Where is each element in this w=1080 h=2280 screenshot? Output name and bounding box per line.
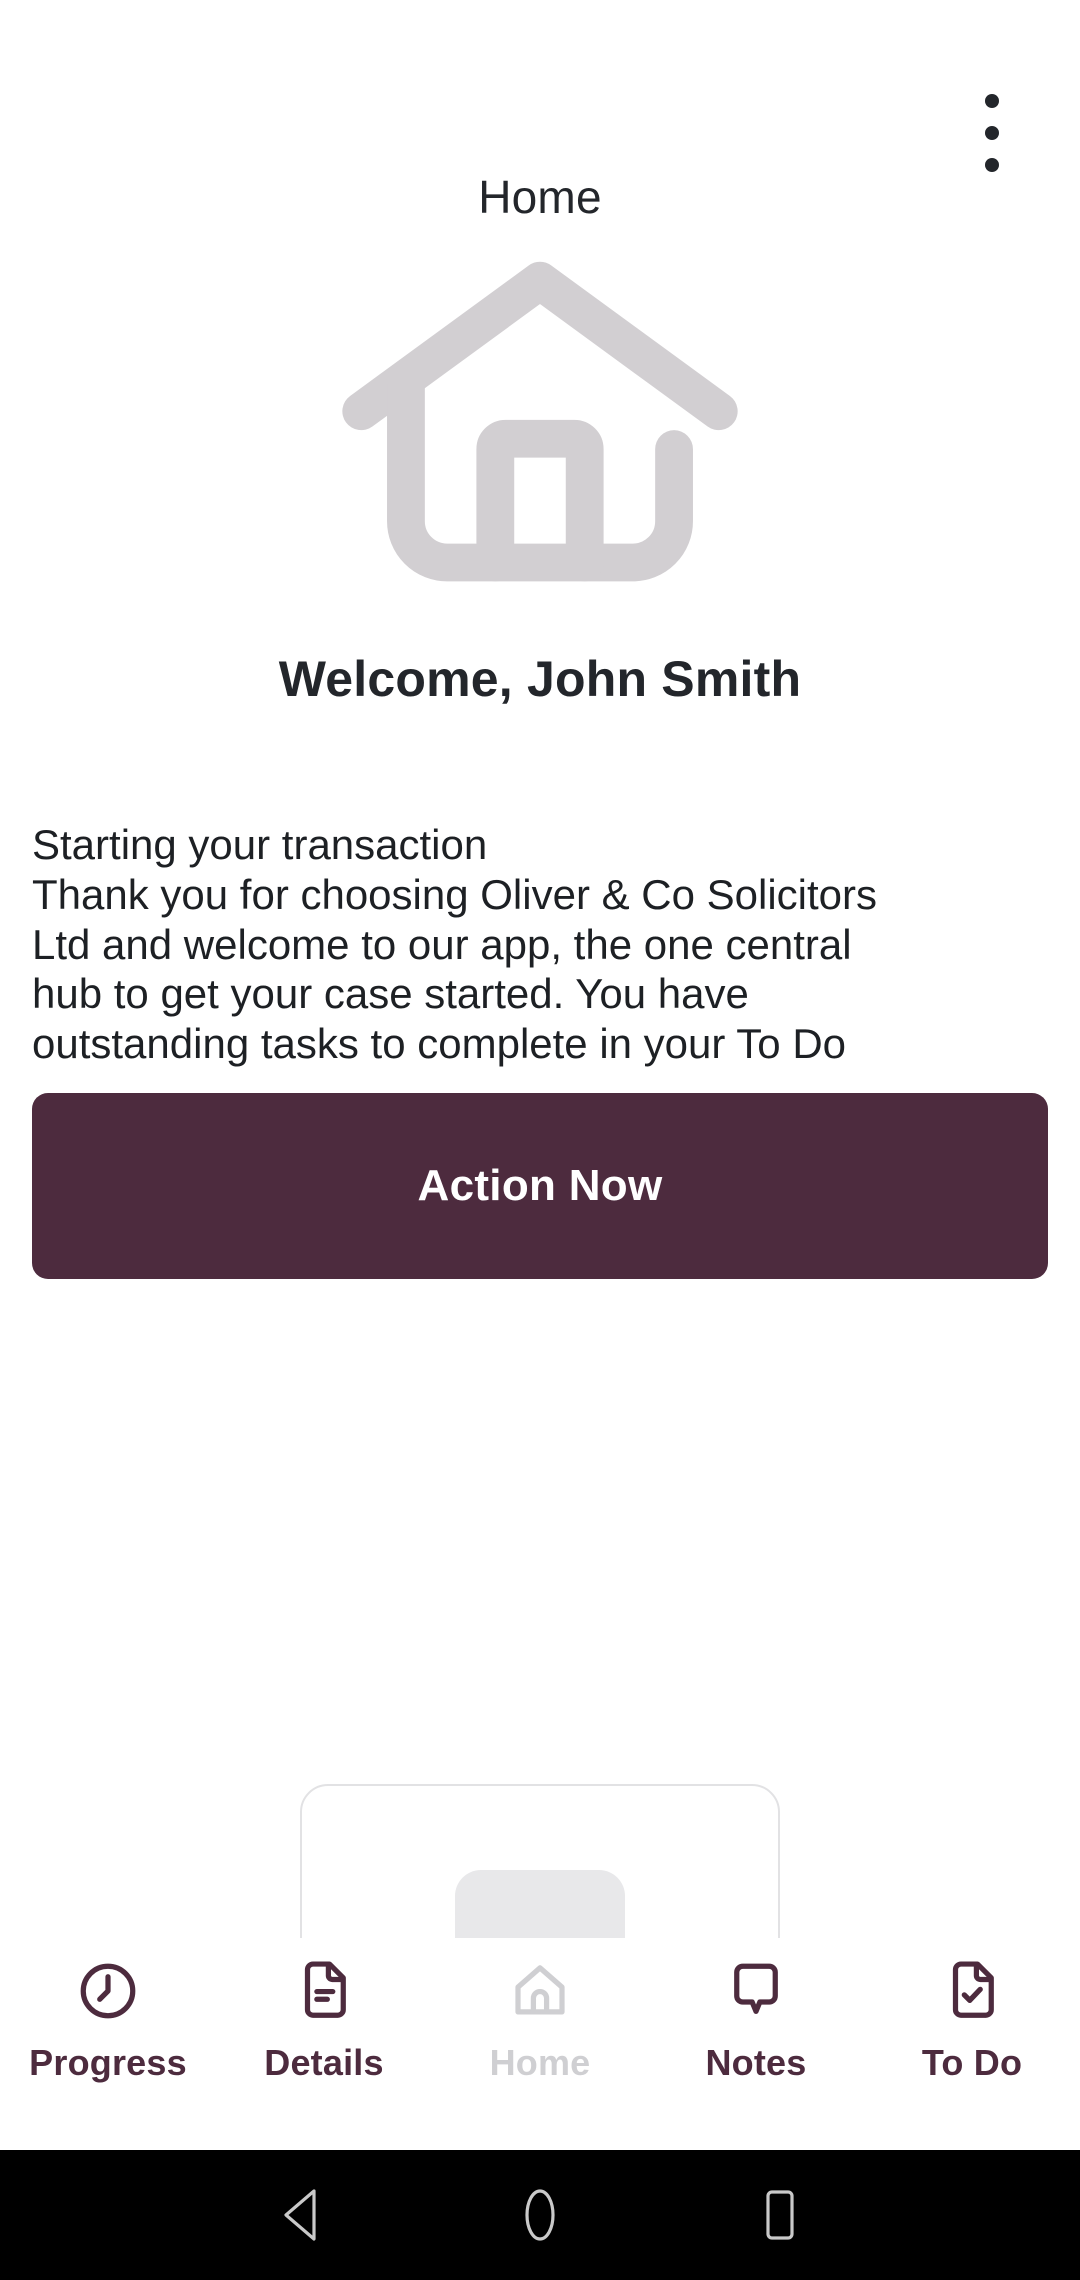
home-icon — [507, 1958, 573, 2024]
app-bar: Home — [0, 0, 1080, 248]
system-navigation-bar — [0, 2150, 1080, 2280]
nav-label: To Do — [921, 2042, 1023, 2083]
nav-label: Details — [264, 2042, 384, 2083]
nav-label: Notes — [705, 2042, 807, 2083]
kebab-dot — [985, 126, 999, 140]
document-icon — [291, 1958, 357, 2024]
app-screen: Home Welcome, John Smith Starting your t… — [0, 0, 1080, 2280]
clock-icon — [75, 1958, 141, 2024]
kebab-dot — [985, 94, 999, 108]
hero-section: Welcome, John Smith — [0, 248, 1080, 708]
nav-item-to-do[interactable]: To Do — [864, 1958, 1080, 2084]
house-outline-icon — [330, 260, 750, 590]
nav-label: Home — [489, 2042, 591, 2083]
welcome-heading: Welcome, John Smith — [278, 651, 802, 707]
paragraph-line: Ltd and welcome to our app, the one cent… — [32, 920, 852, 968]
kebab-dot — [985, 158, 999, 172]
nav-item-progress[interactable]: Progress — [0, 1958, 216, 2084]
speech-bubble-icon — [723, 1958, 789, 2024]
page-title: Home — [478, 171, 602, 223]
paragraph-line: hub to get your case started. You have — [32, 970, 749, 1018]
action-now-button[interactable]: Action Now — [32, 1092, 1048, 1279]
intro-paragraph: Starting your transaction Thank you for … — [32, 820, 1048, 1069]
circle-home-icon[interactable] — [504, 2179, 576, 2251]
nav-item-notes[interactable]: Notes — [648, 1958, 864, 2084]
square-recents-icon[interactable] — [744, 2179, 816, 2251]
nav-item-home[interactable]: Home — [432, 1958, 648, 2084]
paragraph-line: outstanding tasks to complete in your To… — [32, 1020, 847, 1068]
document-check-icon — [939, 1958, 1005, 2024]
paragraph-line: Thank you for choosing Oliver & Co Solic… — [32, 870, 878, 918]
nav-label: Progress — [29, 2042, 187, 2083]
paragraph-line: Starting your transaction — [32, 821, 488, 868]
nav-item-details[interactable]: Details — [216, 1958, 432, 2084]
more-vertical-icon[interactable] — [962, 88, 1022, 178]
bottom-navigation: Progress Details Home Notes To Do — [0, 1938, 1080, 2150]
triangle-back-icon[interactable] — [264, 2179, 336, 2251]
